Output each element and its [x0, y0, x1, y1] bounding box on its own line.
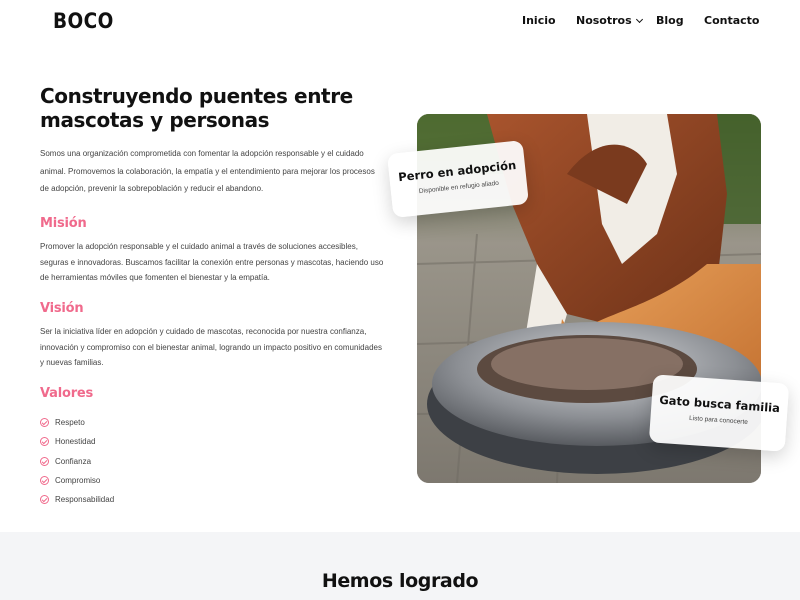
nav-link-blog[interactable]: Blog	[656, 14, 684, 27]
value-item: Honestidad	[40, 432, 114, 451]
nav-link-nosotros-label: Nosotros	[576, 14, 632, 27]
vision-text: Ser la iniciativa líder en adopción y cu…	[40, 327, 382, 367]
value-label: Honestidad	[55, 437, 96, 447]
mission-text: Promover la adopción responsable y el cu…	[40, 242, 384, 282]
adoption-card-cat[interactable]: Gato busca familia Listo para conocerte	[648, 374, 790, 452]
achievements-section: Hemos logrado	[0, 532, 800, 600]
check-circle-icon	[40, 476, 49, 486]
values-title: Valores	[40, 386, 94, 401]
value-label: Responsabilidad	[55, 495, 115, 505]
hero-title: Construyendo puentes entre mascotas y pe…	[40, 84, 353, 132]
nav-link-contacto[interactable]: Contacto	[704, 14, 759, 27]
achievements-title: Hemos logrado	[321, 570, 479, 592]
value-item: Compromiso	[40, 471, 114, 490]
check-circle-icon	[40, 495, 49, 505]
vision-title: Visión	[40, 301, 84, 316]
value-label: Respeto	[55, 418, 85, 428]
main-nav: Inicio Nosotros Blog Contacto	[0, 14, 800, 32]
adoption-card-cat-title: Gato busca familia	[658, 392, 781, 416]
chevron-down-icon	[635, 15, 643, 24]
site-header: BOCO Inicio Nosotros Blog Contacto	[0, 0, 800, 44]
value-item: Respeto	[40, 413, 114, 432]
hero-intro: Somos una organización comprometida con …	[40, 149, 375, 193]
mission-title: Misión	[40, 216, 87, 231]
check-circle-icon	[40, 437, 49, 447]
nav-link-inicio[interactable]: Inicio	[522, 14, 556, 27]
value-item: Confianza	[40, 452, 114, 471]
check-circle-icon	[40, 418, 49, 428]
value-item: Responsabilidad	[40, 490, 114, 509]
value-label: Confianza	[55, 456, 92, 466]
check-circle-icon	[40, 456, 49, 466]
value-label: Compromiso	[55, 476, 101, 486]
nav-link-nosotros[interactable]: Nosotros	[576, 14, 643, 27]
values-list: Respeto Honestidad Confianza Compromiso …	[40, 413, 114, 509]
adoption-card-cat-subtitle: Listo para conocerte	[688, 414, 749, 427]
